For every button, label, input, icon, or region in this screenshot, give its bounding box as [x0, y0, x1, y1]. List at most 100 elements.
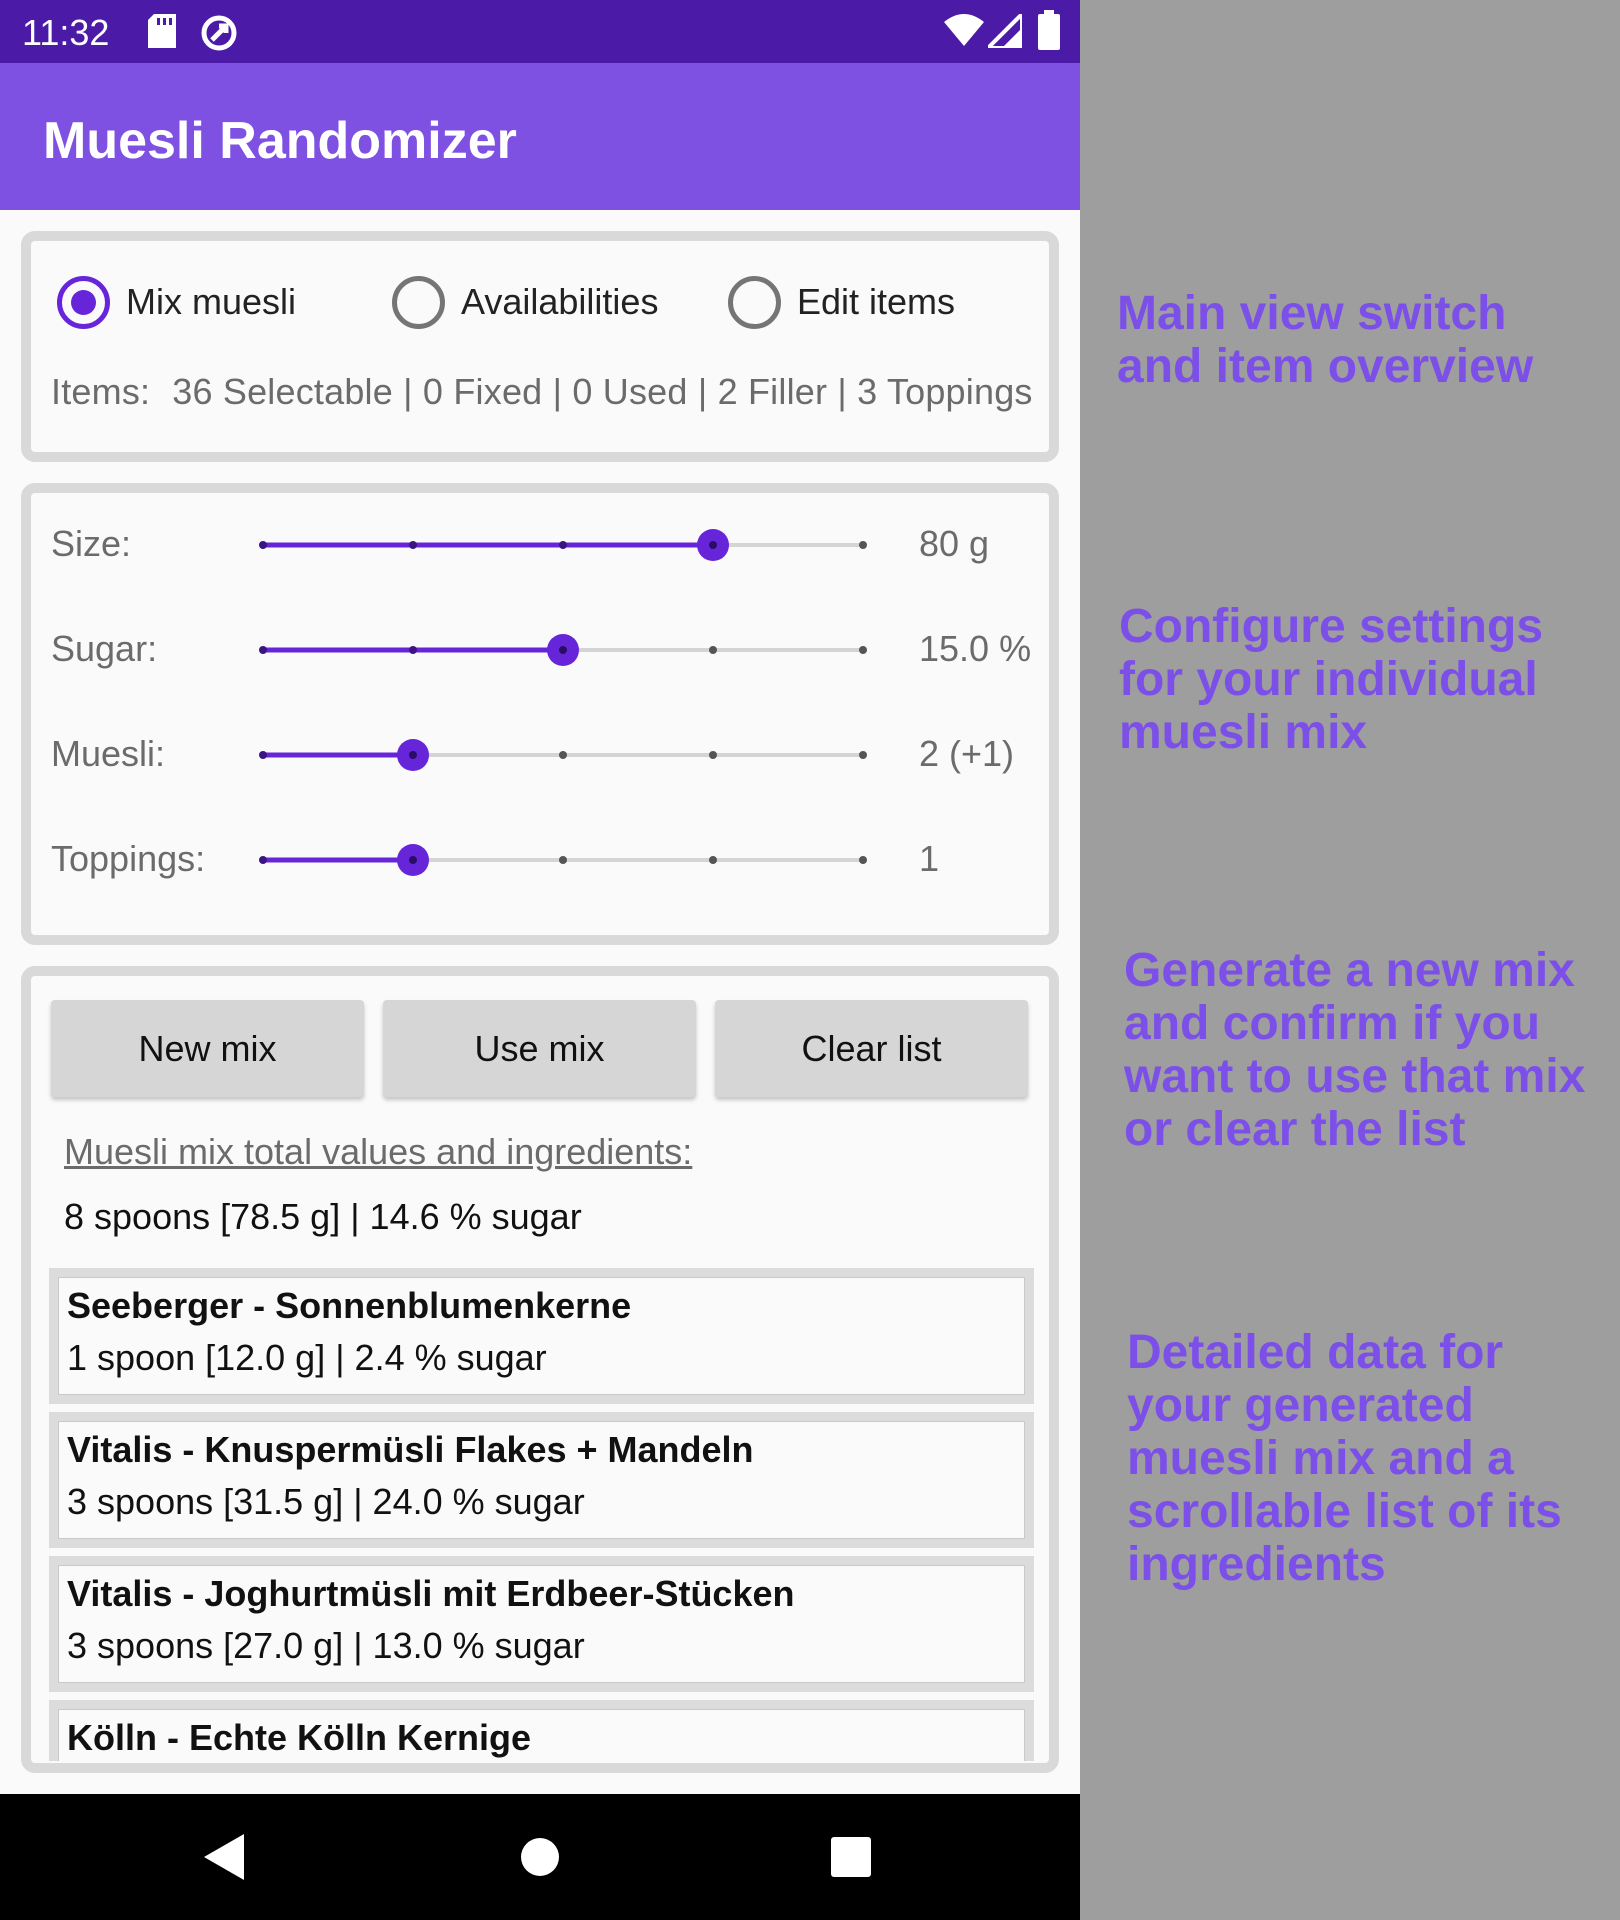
ingredient-list[interactable]: Seeberger - Sonnenblumenkerne 1 spoon [1…: [49, 1268, 1037, 1761]
list-item[interactable]: Vitalis - Knuspermüsli Flakes + Mandeln …: [49, 1412, 1034, 1548]
slider-tick: [559, 856, 567, 864]
wifi-icon: [944, 14, 984, 51]
radio-unchecked-icon: [728, 275, 781, 329]
back-icon[interactable]: [204, 1834, 244, 1885]
status-bar: 11:32: [0, 0, 1080, 63]
setting-value: 2 (+1): [919, 733, 1015, 774]
size-slider[interactable]: [253, 515, 893, 575]
ingredient-detail: 1 spoon [12.0 g] | 2.4 % sugar: [67, 1337, 547, 1378]
slider-tick: [259, 856, 267, 864]
annotation-line: scrollable list of its: [1127, 1485, 1562, 1538]
ingredient-name: Vitalis - Knuspermüsli Flakes + Mandeln: [67, 1429, 754, 1470]
radio-label: Mix muesli: [126, 281, 297, 322]
list-item[interactable]: Vitalis - Joghurtmüsli mit Erdbeer-Stück…: [49, 1556, 1034, 1692]
settings-card: Size: 80 g Sugar: 15.0 % Muesli: 2 (+1) …: [21, 483, 1059, 945]
annotation-line: your generated: [1127, 1379, 1474, 1432]
radio-unchecked-icon: [392, 275, 445, 329]
setting-row-sugar: Sugar: 15.0 %: [31, 620, 1049, 680]
slider-tick: [859, 646, 867, 654]
signal-icon: [983, 9, 1024, 53]
app-title: Muesli Randomizer: [43, 112, 517, 170]
use-mix-button[interactable]: Use mix: [383, 1000, 696, 1097]
new-mix-button[interactable]: New mix: [51, 1000, 364, 1097]
annotation-actions: Generate a new mix and confirm if you wa…: [1124, 944, 1585, 1156]
slider-tick: [259, 646, 267, 654]
annotation-line: want to use that mix: [1124, 1050, 1586, 1103]
annotation-line: muesli mix and a: [1127, 1432, 1514, 1485]
slider-tick: [409, 541, 417, 549]
ingredient-name: Kölln - Echte Kölln Kernige: [67, 1717, 532, 1758]
slider-thumb-dot: [559, 646, 567, 654]
view-switch-card: Mix muesli Availabilities Edit items Ite…: [21, 231, 1059, 462]
slider-tick: [859, 541, 867, 549]
app-bar: Muesli Randomizer: [0, 63, 1080, 210]
radio-availabilities[interactable]: Availabilities: [392, 275, 658, 329]
slider-thumb-dot: [409, 751, 417, 759]
setting-value: 15.0 %: [919, 628, 1032, 669]
radio-checked-icon: [57, 275, 110, 329]
setting-row-muesli: Muesli: 2 (+1): [31, 725, 1049, 785]
ingredient-detail: 3 spoons [27.0 g] | 13.0 % sugar: [67, 1625, 585, 1666]
sync-circle-icon: [200, 14, 238, 57]
slider-tick: [559, 751, 567, 759]
ingredient-name: Vitalis - Joghurtmüsli mit Erdbeer-Stück…: [67, 1573, 795, 1614]
slider-tick: [409, 646, 417, 654]
sugar-slider[interactable]: [253, 620, 893, 680]
annotation-line: ingredients: [1127, 1538, 1386, 1591]
annotation-line: Main view switch: [1117, 287, 1507, 340]
sd-card-icon: [148, 14, 176, 53]
radio-label: Availabilities: [461, 281, 659, 322]
ingredient-detail: 3 spoons [31.5 g] | 24.0 % sugar: [67, 1481, 585, 1522]
items-overview: Items: 36 Selectable | 0 Fixed | 0 Used |…: [51, 371, 1033, 413]
screenshot-root: { "status_bar": { "time": "11:32", "icon…: [0, 0, 1620, 1920]
annotation-line: or clear the list: [1124, 1103, 1466, 1156]
annotation-details: Detailed data for your generated muesli …: [1127, 1326, 1562, 1591]
home-icon[interactable]: [520, 1837, 560, 1882]
navigation-bar: [0, 1794, 1080, 1920]
muesli-slider[interactable]: [253, 725, 893, 785]
setting-row-size: Size: 80 g: [31, 515, 1049, 575]
slider-thumb-dot: [709, 541, 717, 549]
radio-edit-items[interactable]: Edit items: [728, 275, 955, 329]
slider-tick: [709, 751, 717, 759]
annotation-line: Configure settings: [1119, 600, 1544, 653]
annotation-settings: Configure settings for your individual m…: [1119, 600, 1543, 759]
list-item[interactable]: Seeberger - Sonnenblumenkerne 1 spoon [1…: [49, 1268, 1034, 1404]
annotation-line: for your individual: [1119, 653, 1538, 706]
phone-screen: 11:32 Muesli Randomizer Mix muesli Avail…: [0, 0, 1080, 1920]
setting-value: 1: [919, 838, 940, 879]
setting-value: 80 g: [919, 523, 990, 564]
toppings-slider[interactable]: [253, 830, 893, 890]
slider-tick: [859, 751, 867, 759]
slider-tick: [859, 856, 867, 864]
slider-thumb-dot: [409, 856, 417, 864]
status-time: 11:32: [22, 12, 110, 53]
list-item[interactable]: Kölln - Echte Kölln Kernige: [49, 1700, 1034, 1761]
battery-icon: [1038, 10, 1060, 55]
radio-label: Edit items: [797, 281, 956, 322]
recents-icon[interactable]: [831, 1837, 871, 1882]
setting-row-toppings: Toppings: 1: [31, 830, 1049, 890]
annotation-line: muesli mix: [1119, 706, 1368, 759]
ingredient-name: Seeberger - Sonnenblumenkerne: [67, 1285, 632, 1326]
clear-list-button[interactable]: Clear list: [715, 1000, 1028, 1097]
items-label: Items:: [51, 371, 151, 412]
setting-label: Toppings:: [51, 838, 206, 879]
slider-tick: [259, 751, 267, 759]
slider-tick: [259, 541, 267, 549]
mix-total: 8 spoons [78.5 g] | 14.6 % sugar: [64, 1196, 582, 1237]
items-summary: 36 Selectable | 0 Fixed | 0 Used | 2 Fil…: [172, 371, 1033, 412]
annotation-view-switch: Main view switch and item overview: [1117, 287, 1533, 393]
annotation-line: Detailed data for: [1127, 1326, 1504, 1379]
annotation-line: and item overview: [1117, 340, 1534, 393]
annotation-line: and confirm if you: [1124, 997, 1541, 1050]
mix-title: Muesli mix total values and ingredients:: [64, 1131, 693, 1172]
slider-tick: [709, 856, 717, 864]
annotation-line: Generate a new mix: [1124, 944, 1575, 997]
setting-label: Muesli:: [51, 733, 166, 774]
slider-tick: [559, 541, 567, 549]
mix-card: New mix Use mix Clear list Muesli mix to…: [21, 966, 1059, 1773]
setting-label: Sugar:: [51, 628, 158, 669]
radio-mix-muesli[interactable]: Mix muesli: [57, 275, 296, 329]
setting-label: Size:: [51, 523, 132, 564]
